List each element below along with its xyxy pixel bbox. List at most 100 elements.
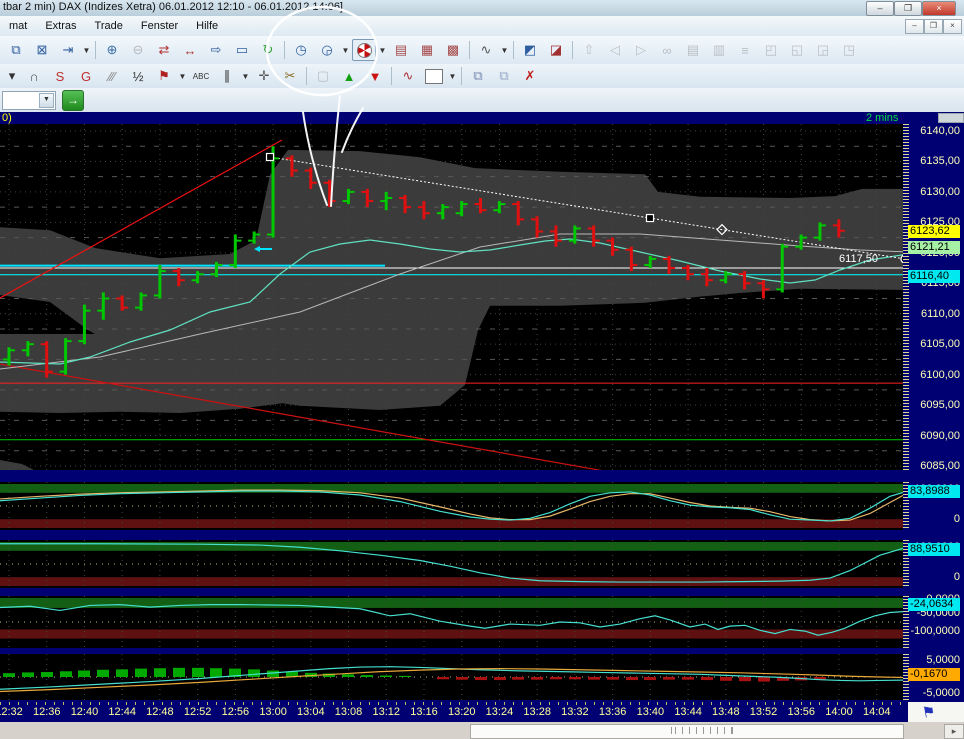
delete-drawing-icon[interactable]: ✗	[518, 65, 542, 87]
chevron-down-icon[interactable]: ▼	[39, 93, 54, 108]
parallel-lines-icon[interactable]: ⁄⁄⁄	[100, 65, 124, 87]
line-style-icon-dropdown[interactable]: ▼	[499, 40, 510, 60]
pie-chart-glyph	[357, 43, 372, 58]
menu-item-fenster[interactable]: Fenster	[132, 17, 187, 32]
mini-scrollbar[interactable]	[938, 113, 964, 123]
go-button[interactable]: →	[62, 90, 84, 111]
restore-button[interactable]: ❐	[894, 1, 922, 16]
scrollbar-grip[interactable]	[671, 727, 733, 734]
zoom-out-icon[interactable]: ⊖	[126, 39, 150, 61]
menu-item-extras[interactable]: Extras	[36, 17, 85, 32]
draw-tool-dropdown-icon[interactable]: ▾	[4, 65, 20, 87]
line-style-icon[interactable]: ∿	[474, 39, 498, 61]
grid-small-icon[interactable]: ▤	[389, 39, 413, 61]
color-picker-swatch[interactable]	[422, 65, 446, 87]
price-chart-plot[interactable]: 6117,50	[0, 124, 903, 470]
cut-tool-icon[interactable]: ✂	[278, 65, 302, 87]
selection-box-icon[interactable]: ▢	[311, 65, 335, 87]
indicator-editor-icon[interactable]: ∿	[396, 65, 420, 87]
value-tag: -24,0634	[908, 598, 960, 611]
time-axis-label: 13:12	[373, 706, 401, 718]
monitor-grid-2-icon[interactable]: ◱	[785, 39, 809, 61]
gann-lines-icon[interactable]: G	[74, 65, 98, 87]
interval-label: 2 mins	[866, 112, 898, 124]
layout-list-icon[interactable]: ▤	[681, 39, 705, 61]
bring-to-front-icon[interactable]: ⧉	[466, 65, 490, 87]
clock-period-icon-dropdown[interactable]: ▼	[340, 40, 351, 60]
buy-arrow-icon[interactable]: ▲	[337, 65, 361, 87]
duplicate-window-icon[interactable]: ⧉	[4, 39, 28, 61]
sell-arrow-icon[interactable]: ▼	[363, 65, 387, 87]
stochastic-slow-panel[interactable]	[0, 540, 903, 588]
menu-bar: matExtrasTradeFensterHilfe – ❐ ×	[0, 16, 964, 37]
horizontal-scrollbar[interactable]	[470, 724, 904, 739]
clock-icon[interactable]: ◷	[289, 39, 313, 61]
toolbar-separator	[95, 41, 96, 59]
channel-tool-icon[interactable]: ∥	[215, 65, 239, 87]
page-up-icon[interactable]: ⇧	[577, 39, 601, 61]
layout-report-icon[interactable]: ≡	[733, 39, 757, 61]
page-forward-icon[interactable]: ▷	[629, 39, 653, 61]
monitor-grid-1-icon[interactable]: ◰	[759, 39, 783, 61]
grid-large-icon[interactable]: ▩	[441, 39, 465, 61]
window-title: tbar 2 min) DAX (Indizes Xetra) 06.01.20…	[3, 1, 343, 13]
time-axis-label: 14:04	[863, 706, 891, 718]
chart-settings-icon[interactable]: ◩	[518, 39, 542, 61]
zoom-in-icon[interactable]: ⊕	[100, 39, 124, 61]
channel-tool-icon-dropdown[interactable]: ▼	[240, 66, 251, 86]
chart-template-icon[interactable]: ◪	[544, 39, 568, 61]
close-button[interactable]: ×	[922, 1, 956, 16]
expand-bars-icon[interactable]: ⇄	[152, 39, 176, 61]
flag-cursor-icon: ⚑	[921, 702, 937, 722]
text-tool-icon[interactable]: ABC	[189, 65, 213, 87]
monitor-grid-4-icon[interactable]: ◳	[837, 39, 861, 61]
chart-corner-box: ⚑	[908, 702, 964, 722]
indicator-header-label: 0)	[2, 112, 12, 124]
open-window-icon-dropdown[interactable]: ▼	[81, 40, 92, 60]
clock-period-icon[interactable]: ◶	[315, 39, 339, 61]
toolbar-separator	[513, 41, 514, 59]
close-window-icon[interactable]: ⊠	[30, 39, 54, 61]
pie-period-icon-dropdown[interactable]: ▼	[377, 40, 388, 60]
time-axis-label: 13:48	[712, 706, 740, 718]
shift-chart-icon[interactable]: ⇨	[204, 39, 228, 61]
arc-tool-icon[interactable]: ∩	[22, 65, 46, 87]
mdi-close-button[interactable]: ×	[943, 19, 962, 34]
minimize-button[interactable]: –	[866, 1, 894, 16]
grid-medium-icon[interactable]: ▦	[415, 39, 439, 61]
page-back-icon[interactable]: ◁	[603, 39, 627, 61]
refresh-icon[interactable]: ↻	[256, 39, 280, 61]
momentum-panel[interactable]	[0, 596, 903, 648]
value-tag: 6116,40	[908, 270, 960, 283]
flag-marker-icon[interactable]: ⚑	[152, 65, 176, 87]
menu-item-hilfe[interactable]: Hilfe	[187, 17, 227, 32]
scrollbar-right-arrow[interactable]: ▸	[944, 724, 964, 739]
move-anchor-icon[interactable]: ✛	[252, 65, 276, 87]
send-to-back-icon[interactable]: ⧉	[492, 65, 516, 87]
symbol-combobox[interactable]: ▼	[2, 91, 56, 110]
menu-item-mat[interactable]: mat	[0, 17, 36, 32]
binoculars-icon[interactable]: ∞	[655, 39, 679, 61]
time-axis-label: 12:48	[146, 706, 174, 718]
stochastic-fast-panel[interactable]	[0, 482, 903, 530]
time-axis-label: 13:04	[297, 706, 325, 718]
mdi-minimize-button[interactable]: –	[905, 19, 924, 34]
pie-period-icon[interactable]	[352, 39, 376, 61]
menu-item-trade[interactable]: Trade	[86, 17, 132, 32]
flag-marker-icon-dropdown[interactable]: ▼	[177, 66, 188, 86]
speed-lines-icon[interactable]: S	[48, 65, 72, 87]
open-window-icon[interactable]: ⇥	[56, 39, 80, 61]
time-axis-label: 13:28	[523, 706, 551, 718]
price-axis-label: 6110,00	[921, 308, 960, 320]
retracement-tool-icon[interactable]: ½	[126, 65, 150, 87]
shrink-bars-icon[interactable]: ↔	[178, 39, 202, 61]
color-picker-swatch-dropdown[interactable]: ▼	[447, 66, 458, 86]
toolbar-separator	[306, 67, 307, 85]
full-view-icon[interactable]: ▭	[230, 39, 254, 61]
mdi-restore-button[interactable]: ❐	[924, 19, 943, 34]
time-axis-label: 12:36	[33, 706, 61, 718]
macd-panel[interactable]	[0, 654, 903, 700]
monitor-grid-3-icon[interactable]: ◲	[811, 39, 835, 61]
chart-header-strip: 0) 2 mins	[0, 112, 964, 124]
layout-detail-icon[interactable]: ▥	[707, 39, 731, 61]
